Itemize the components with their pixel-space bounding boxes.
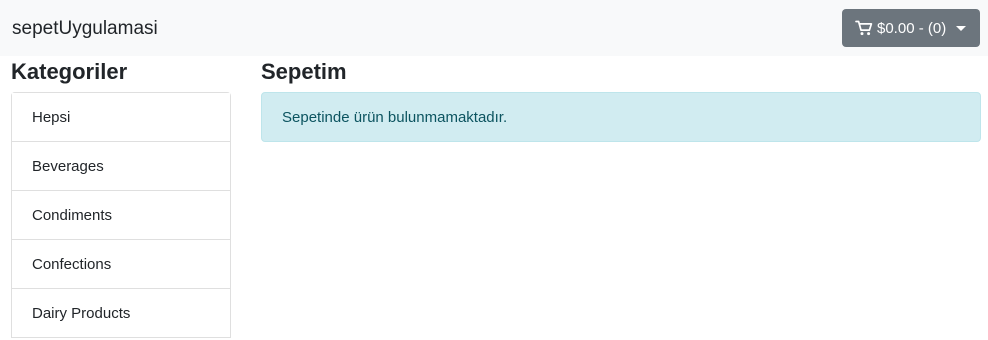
cart-summary: $0.00 - (0) [877, 19, 947, 37]
category-item-confections[interactable]: Confections [12, 240, 230, 289]
category-item-all[interactable]: Hepsi [12, 93, 230, 142]
category-item-dairy-products[interactable]: Dairy Products [12, 289, 230, 338]
category-list: Hepsi Beverages Condiments Confections D… [11, 92, 231, 338]
caret-down-icon [956, 25, 967, 31]
empty-cart-alert: Sepetinde ürün bulunmamaktadır. [261, 92, 981, 142]
category-item-beverages[interactable]: Beverages [12, 142, 230, 191]
page-title: Sepetim [261, 59, 347, 84]
category-item-condiments[interactable]: Condiments [12, 191, 230, 240]
cart-icon [855, 20, 873, 36]
brand-link[interactable]: sepetUygulamasi [12, 17, 158, 41]
cart-dropdown-button[interactable]: $0.00 - (0) [842, 9, 980, 47]
sidebar-title: Kategoriler [11, 59, 128, 84]
navbar: sepetUygulamasi $0.00 - (0) [0, 0, 988, 56]
